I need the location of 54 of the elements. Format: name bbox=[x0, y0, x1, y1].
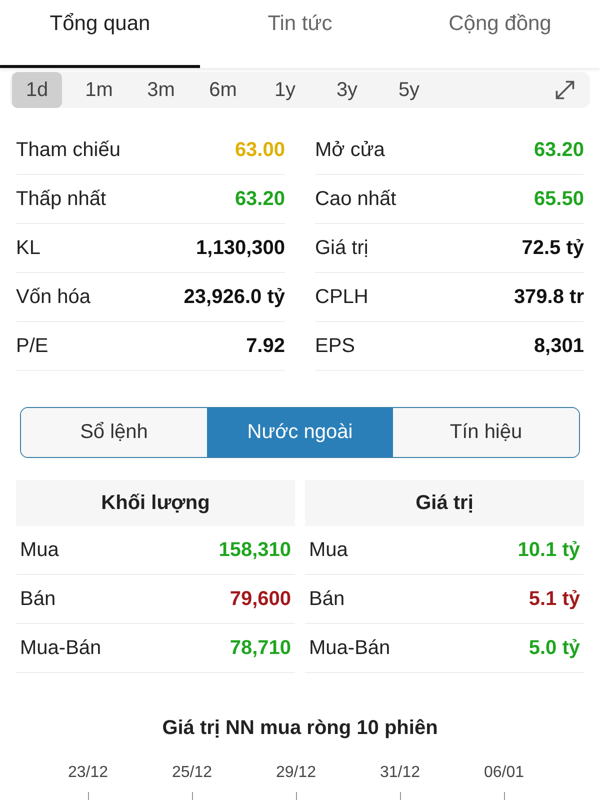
stat-value: 7.92 bbox=[246, 334, 285, 358]
period-button[interactable]: 6m bbox=[198, 72, 248, 108]
tab[interactable]: Tin tức bbox=[200, 0, 400, 68]
tab[interactable]: Cộng đồng bbox=[400, 0, 600, 68]
stat-value: 63.20 bbox=[534, 138, 584, 162]
stat-label: KL bbox=[16, 236, 40, 260]
stat-label: Mở cửa bbox=[315, 138, 385, 162]
stat-value: 23,926.0 tỷ bbox=[184, 286, 285, 309]
stat-value: 72.5 tỷ bbox=[522, 236, 584, 260]
row-value: 10.1 tỷ bbox=[518, 538, 580, 562]
stat-label: Thấp nhất bbox=[16, 188, 106, 211]
stat-label: CPLH bbox=[315, 286, 368, 309]
period-button[interactable]: 1d bbox=[12, 72, 62, 108]
period-button[interactable]: 1m bbox=[74, 72, 124, 108]
stat-label: Giá trị bbox=[315, 236, 368, 260]
segment-button[interactable]: Sổ lệnh bbox=[21, 408, 207, 457]
stat-label: Tham chiếu bbox=[16, 138, 120, 162]
row-value: 158,310 bbox=[218, 538, 291, 562]
axis-label: 06/01 bbox=[484, 764, 524, 782]
segment-button[interactable]: Tín hiệu bbox=[393, 408, 579, 457]
table-header: Giá trị bbox=[305, 480, 584, 526]
row-label: Mua bbox=[20, 538, 59, 562]
stat-value: 63.20 bbox=[234, 188, 285, 211]
row-value: 5.0 tỷ bbox=[528, 636, 580, 660]
row-value: 5.1 tỷ bbox=[528, 588, 580, 610]
axis-label: 31/12 bbox=[380, 764, 420, 782]
axis-label: 29/12 bbox=[276, 764, 316, 782]
period-button[interactable]: 3y bbox=[322, 72, 372, 108]
stat-value: 65.50 bbox=[534, 188, 584, 211]
row-label: Mua bbox=[309, 538, 348, 562]
chart-title: Giá trị NN mua ròng 10 phiên bbox=[161, 717, 439, 740]
stat-value: 379.8 tr bbox=[514, 286, 584, 309]
expand-icon[interactable] bbox=[554, 79, 576, 102]
row-label: Mua-Bán bbox=[20, 636, 102, 660]
stat-value: 63.00 bbox=[234, 138, 285, 162]
stat-label: Vốn hóa bbox=[16, 286, 91, 309]
tab[interactable]: Tổng quan bbox=[0, 0, 200, 68]
row-label: Bán bbox=[309, 588, 345, 610]
period-button[interactable]: 1y bbox=[260, 72, 310, 108]
stat-label: EPS bbox=[315, 334, 356, 358]
stat-label: P/E bbox=[16, 334, 48, 358]
axis-label: 25/12 bbox=[172, 764, 212, 782]
stat-value: 1,130,300 bbox=[196, 236, 285, 260]
period-button[interactable]: 5y bbox=[384, 72, 434, 108]
stat-value: 8,301 bbox=[534, 334, 584, 358]
period-button[interactable]: 3m bbox=[136, 72, 186, 108]
segment-button[interactable]: Nước ngoài bbox=[207, 408, 393, 457]
row-label: Bán bbox=[20, 588, 56, 610]
axis-label: 23/12 bbox=[68, 764, 108, 782]
row-value: 79,600 bbox=[230, 588, 291, 610]
stat-label: Cao nhất bbox=[315, 188, 396, 211]
row-label: Mua-Bán bbox=[309, 636, 390, 660]
row-value: 78,710 bbox=[230, 636, 291, 660]
table-header: Khối lượng bbox=[16, 480, 295, 526]
